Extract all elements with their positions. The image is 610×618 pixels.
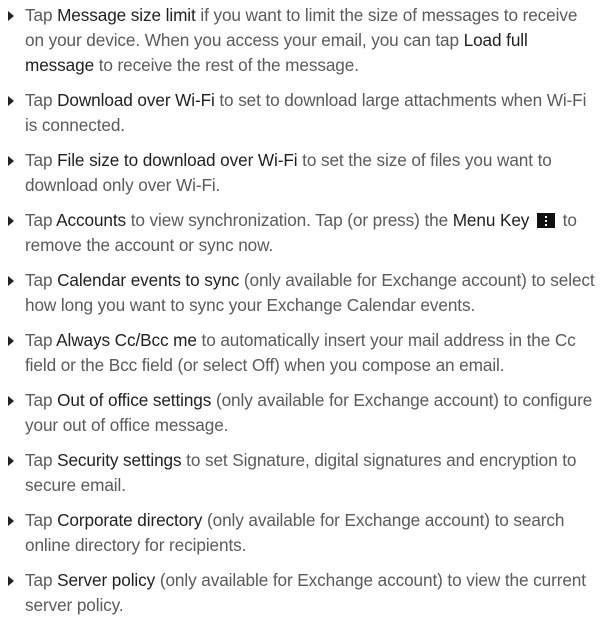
setting-name: Corporate directory — [57, 510, 203, 530]
body-text: Tap — [25, 450, 58, 470]
triangle-bullet-icon — [8, 516, 14, 526]
instruction-item-out-of-office-settings: Tap Out of office settings (only availab… — [6, 388, 598, 438]
instruction-item-security-settings: Tap Security settings to set Signature, … — [6, 448, 598, 498]
instruction-item-download-over-wifi: Tap Download over Wi-Fi to set to downlo… — [6, 88, 598, 138]
triangle-bullet-icon — [8, 576, 14, 586]
body-text: Tap — [25, 150, 58, 170]
instruction-item-always-cc-bcc-me: Tap Always Cc/Bcc me to automatically in… — [6, 328, 598, 378]
body-text: Tap — [25, 570, 58, 590]
setting-name: Always Cc/Bcc me — [56, 330, 197, 350]
triangle-bullet-icon — [8, 276, 14, 286]
triangle-bullet-icon — [8, 456, 14, 466]
triangle-bullet-icon — [8, 216, 14, 226]
body-text: Tap — [25, 90, 58, 110]
body-text: Tap — [25, 330, 57, 350]
setting-name: Calendar events to sync — [57, 270, 240, 290]
instruction-list: Tap Message size limit if you want to li… — [6, 3, 598, 618]
triangle-bullet-icon — [8, 96, 14, 106]
triangle-bullet-icon — [8, 396, 14, 406]
body-text: to view synchronization. Tap (or press) … — [126, 210, 453, 230]
setting-name: Security settings — [57, 450, 182, 470]
instruction-item-accounts: Tap Accounts to view synchronization. Ta… — [6, 208, 598, 258]
setting-name: Menu Key — [452, 210, 530, 230]
body-text — [529, 210, 534, 230]
setting-name: Accounts — [56, 210, 127, 230]
setting-name: Message size limit — [57, 5, 196, 25]
manual-page: Tap Message size limit if you want to li… — [0, 0, 610, 615]
body-text: Tap — [25, 210, 57, 230]
instruction-item-file-size-over-wifi: Tap File size to download over Wi-Fi to … — [6, 148, 598, 198]
instruction-item-calendar-events-to-sync: Tap Calendar events to sync (only availa… — [6, 268, 598, 318]
triangle-bullet-icon — [8, 336, 14, 346]
setting-name: File size to download over Wi-Fi — [57, 150, 298, 170]
triangle-bullet-icon — [8, 156, 14, 166]
setting-name: Server policy — [57, 570, 156, 590]
body-text: Tap — [25, 270, 58, 290]
body-text: Tap — [25, 510, 58, 530]
instruction-item-server-policy: Tap Server policy (only available for Ex… — [6, 568, 598, 618]
setting-name: Download over Wi-Fi — [57, 90, 215, 110]
body-text: to receive the rest of the message. — [94, 55, 359, 75]
instruction-item-corporate-directory: Tap Corporate directory (only available … — [6, 508, 598, 558]
menu-key-icon — [537, 213, 555, 228]
instruction-item-message-size-limit: Tap Message size limit if you want to li… — [6, 3, 598, 78]
setting-name: Out of office settings — [57, 390, 212, 410]
body-text: Tap — [25, 5, 58, 25]
body-text: Tap — [25, 390, 58, 410]
triangle-bullet-icon — [8, 11, 14, 21]
